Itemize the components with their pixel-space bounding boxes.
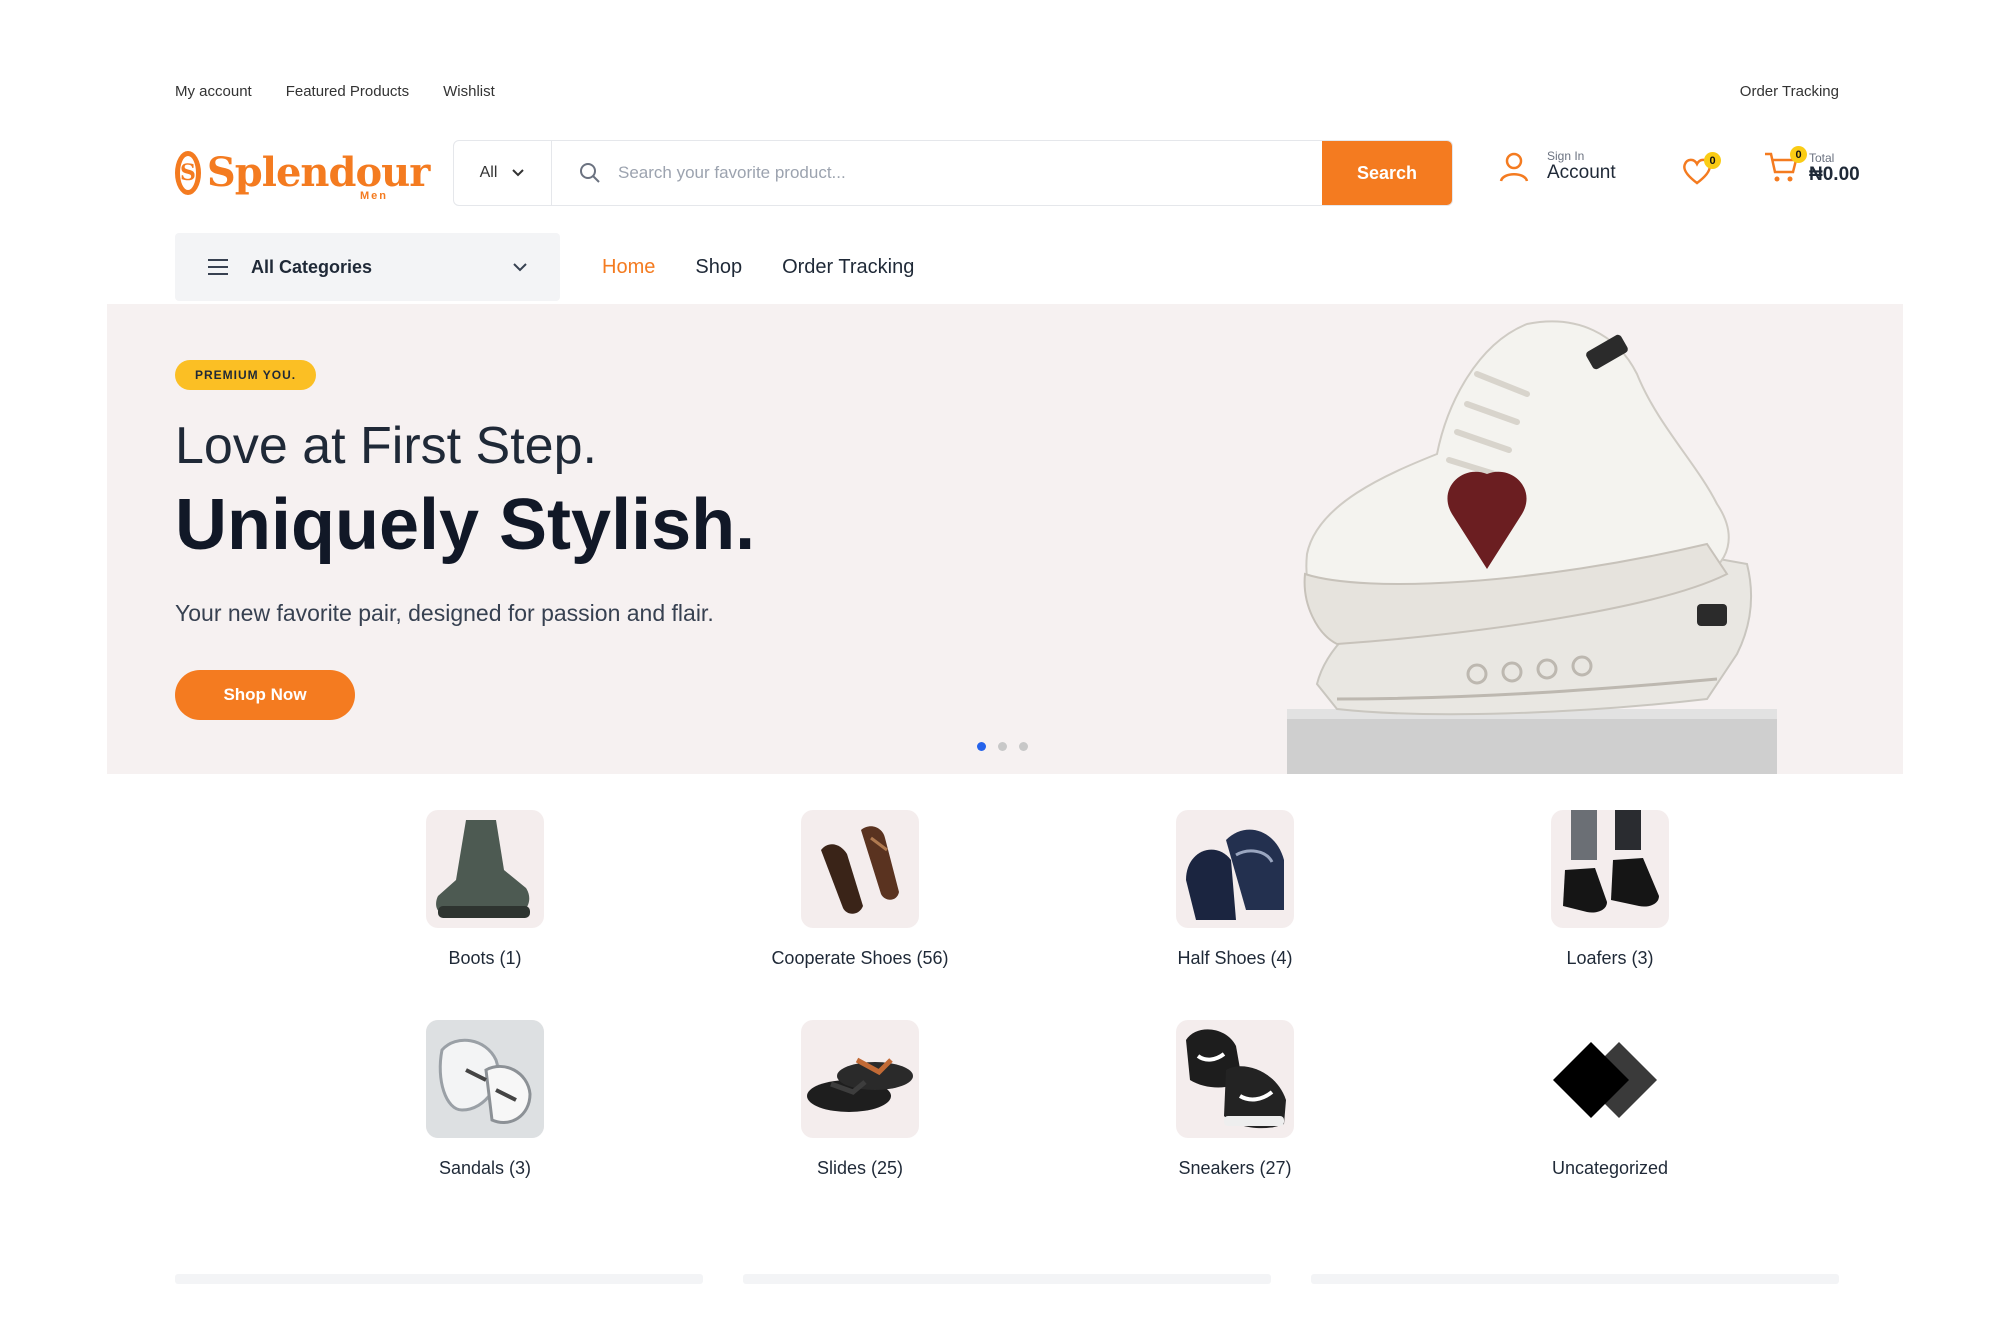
search-input[interactable] <box>618 163 1258 183</box>
category-sandals[interactable]: Sandals (3) <box>355 1020 615 1179</box>
cart-button[interactable]: 0 Total ₦0.00 <box>1763 146 1860 189</box>
logo-badge: S <box>175 151 201 195</box>
all-categories-dropdown[interactable]: All Categories <box>175 233 560 301</box>
nav-order-tracking[interactable]: Order Tracking <box>782 256 914 279</box>
account-small-label: Sign In <box>1547 149 1585 163</box>
header: S Splendour Men All Search Sign In Accou… <box>175 138 1860 208</box>
sandals-image <box>426 1020 544 1138</box>
search-field <box>552 141 1322 205</box>
my-account-link[interactable]: My account <box>175 83 252 100</box>
account-link[interactable]: Sign In Account <box>1497 150 1616 185</box>
placeholder-bar <box>743 1274 1271 1284</box>
uncategorized-image <box>1551 1020 1669 1138</box>
slider-dot-3[interactable] <box>1019 742 1028 751</box>
logo-subtext: Men <box>360 190 388 202</box>
hero-heading-line1: Love at First Step. <box>175 417 597 475</box>
search-category-value: All <box>479 164 498 181</box>
category-slides[interactable]: Slides (25) <box>730 1020 990 1179</box>
menu: Home Shop Order Tracking <box>602 256 914 279</box>
cart-count-badge: 0 <box>1790 146 1807 163</box>
category-half-shoes[interactable]: Half Shoes (4) <box>1105 810 1365 969</box>
account-label: Account <box>1547 162 1616 183</box>
hero-pill: PREMIUM YOU. <box>175 360 317 390</box>
category-sneakers[interactable]: Sneakers (27) <box>1105 1020 1365 1179</box>
category-label: Slides (25) <box>816 1158 904 1178</box>
chevron-down-icon <box>512 169 525 177</box>
category-boots[interactable]: Boots (1) <box>355 810 615 969</box>
category-label: Loafers (3) <box>1566 948 1654 968</box>
cart-total-value: ₦0.00 <box>1809 164 1860 186</box>
slider-dots <box>977 742 1028 751</box>
category-uncategorized[interactable]: Uncategorized <box>1480 1020 1740 1179</box>
page: My account Featured Products Wishlist Or… <box>107 58 1903 1288</box>
loafers-image <box>1551 810 1669 928</box>
hero-banner: PREMIUM YOU. Love at First Step. Uniquel… <box>107 304 1903 774</box>
top-bar: My account Featured Products Wishlist Or… <box>175 76 1839 106</box>
user-icon <box>1499 153 1529 182</box>
slider-dot-1[interactable] <box>977 742 986 751</box>
shop-now-button[interactable]: Shop Now <box>175 670 355 720</box>
search-icon <box>580 163 600 183</box>
category-label: Sandals (3) <box>438 1158 532 1178</box>
category-label: Uncategorized <box>1551 1158 1669 1178</box>
wishlist-button[interactable]: 0 <box>1681 152 1721 191</box>
search-bar: All Search <box>453 140 1453 206</box>
hero-description: Your new favorite pair, designed for pas… <box>175 600 714 626</box>
category-cooperate-shoes[interactable]: Cooperate Shoes (56) <box>730 810 990 969</box>
placeholder-bar <box>175 1274 703 1284</box>
chevron-down-icon <box>513 263 527 272</box>
category-label: Cooperate Shoes (56) <box>771 948 949 968</box>
featured-products-link[interactable]: Featured Products <box>286 83 409 100</box>
cart-total-label: Total <box>1809 151 1835 166</box>
nav-shop[interactable]: Shop <box>695 256 742 279</box>
logo[interactable]: S Splendour Men <box>175 138 430 208</box>
search-button[interactable]: Search <box>1322 141 1452 205</box>
hamburger-icon <box>208 259 228 275</box>
search-category-select[interactable]: All <box>454 141 552 205</box>
nav-home[interactable]: Home <box>602 256 655 279</box>
boot-image <box>426 810 544 928</box>
category-loafers[interactable]: Loafers (3) <box>1480 810 1740 969</box>
wishlist-count-badge: 0 <box>1704 152 1721 169</box>
wishlist-link[interactable]: Wishlist <box>443 83 495 100</box>
category-label: Sneakers (27) <box>1178 1158 1292 1178</box>
category-label: Half Shoes (4) <box>1177 948 1293 968</box>
cooperate-shoes-image <box>801 810 919 928</box>
slider-dot-2[interactable] <box>998 742 1007 751</box>
logo-text: Splendour <box>206 149 430 196</box>
all-categories-label: All Categories <box>251 256 373 277</box>
section-placeholders <box>175 1274 1839 1284</box>
order-tracking-top-link[interactable]: Order Tracking <box>1740 83 1839 100</box>
hero-sneaker-image <box>1287 320 1777 774</box>
sneakers-image <box>1176 1020 1294 1138</box>
main-nav: All Categories Home Shop Order Tracking <box>175 233 1839 301</box>
slides-image <box>801 1020 919 1138</box>
placeholder-bar <box>1311 1274 1839 1284</box>
category-label: Boots (1) <box>448 948 522 968</box>
half-shoes-image <box>1176 810 1294 928</box>
hero-heading-line2: Uniquely Stylish. <box>175 485 756 565</box>
